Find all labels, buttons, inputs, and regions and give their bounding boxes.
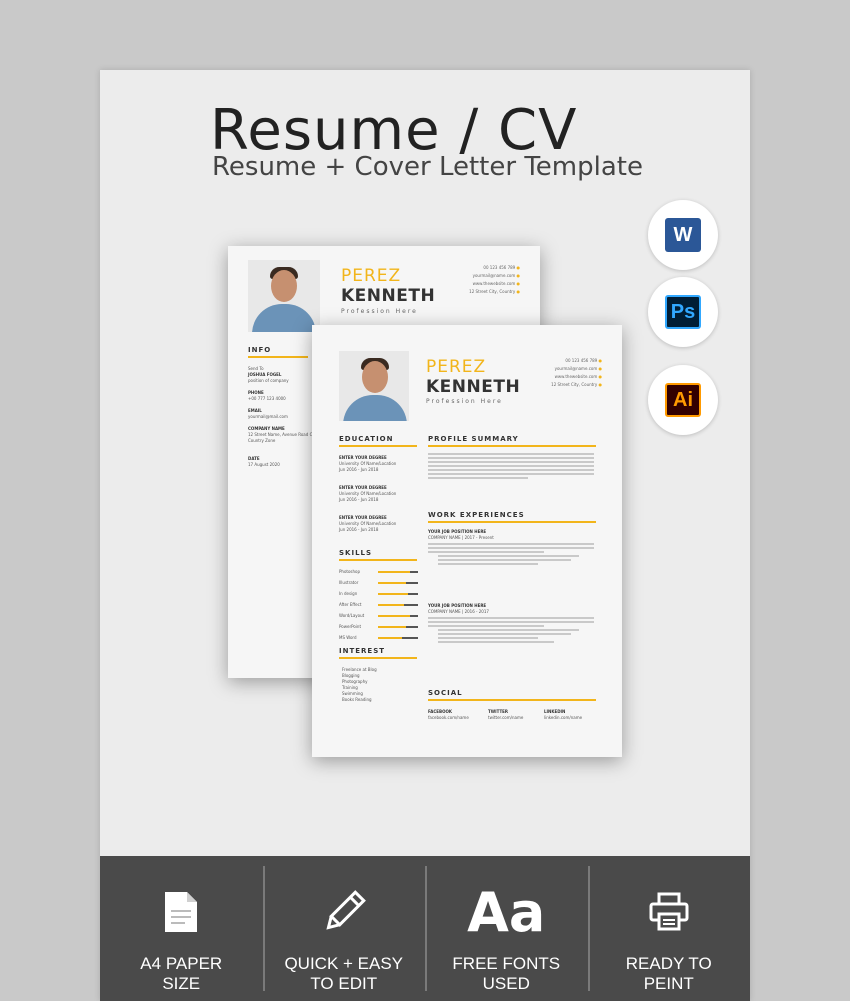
skill-bar-fill <box>378 593 408 595</box>
photoshop-glyph: Ps <box>665 295 701 329</box>
contact-phone: 00 123 456 789 <box>483 265 520 270</box>
contact-email: yourmail@name.com <box>555 366 602 371</box>
contact-block: 00 123 456 789 yourmail@name.com www.the… <box>469 264 520 296</box>
illustrator-icon: Ai <box>648 365 718 435</box>
skill-bar-fill <box>378 604 404 606</box>
word-icon: W <box>648 200 718 270</box>
section-divider <box>248 356 308 358</box>
skill-bar-fill <box>378 582 406 584</box>
section-divider <box>339 657 417 659</box>
section-divider <box>339 445 417 447</box>
font-glyph: Aa <box>467 880 546 944</box>
section-divider <box>428 699 596 701</box>
contact-website: www.thewebsite.com <box>473 281 520 286</box>
profession: Profession Here <box>426 398 503 405</box>
profession: Profession Here <box>341 308 418 315</box>
feature-a4: A4 PAPER SIZE <box>100 856 263 1001</box>
profile-text <box>428 453 594 481</box>
last-name: KENNETH <box>341 286 436 306</box>
first-name: PEREZ <box>426 357 487 377</box>
section-work: WORK EXPERIENCES <box>428 511 525 519</box>
last-name: KENNETH <box>426 377 521 397</box>
skill-bar-fill <box>378 615 410 617</box>
section-skills: SKILLS <box>339 549 373 557</box>
word-glyph: W <box>665 218 701 252</box>
illustrator-glyph: Ai <box>665 383 701 417</box>
education-item: ENTER YOUR DEGREE University Of Name/Loca… <box>339 515 397 532</box>
skill-bar-fill <box>378 637 402 639</box>
feature-edit: QUICK + EASY TO EDIT <box>262 856 426 1001</box>
contact-phone: 00 123 456 789 <box>565 358 602 363</box>
section-divider <box>339 559 417 561</box>
contact-email: yourmail@name.com <box>473 273 520 278</box>
feature-fonts: Aa FREE FONTS USED <box>425 856 588 1001</box>
education-item: ENTER YOUR DEGREE University Of Name/Loca… <box>339 485 397 502</box>
document-icon <box>163 878 199 946</box>
photoshop-icon: Ps <box>648 277 718 347</box>
section-profile: PROFILE SUMMARY <box>428 435 519 443</box>
job-item: YOUR JOB POSITION HERE COMPANY NAME | 201… <box>428 603 489 614</box>
skill-name: MS Word <box>339 635 357 640</box>
feature-label: FREE FONTS USED <box>452 954 561 993</box>
skill-name: Illustrator <box>339 580 359 585</box>
section-info: INFO <box>248 346 272 354</box>
section-interest: INTEREST <box>339 647 386 655</box>
contact-website: www.thewebsite.com <box>555 374 602 379</box>
feature-label: READY TO PEINT <box>625 954 712 993</box>
education-item: ENTER YOUR DEGREE University Of Name/Loca… <box>339 455 397 472</box>
feature-label: QUICK + EASY TO EDIT <box>284 954 404 993</box>
skill-name: Word/Layout <box>339 613 365 618</box>
profile-photo <box>248 260 320 332</box>
skill-bar-fill <box>378 626 406 628</box>
feature-label: A4 PAPER SIZE <box>140 954 223 993</box>
feature-print: READY TO PEINT <box>587 856 751 1001</box>
skill-name: Photoshop <box>339 569 361 574</box>
first-name: PEREZ <box>341 266 402 286</box>
contact-address: 12 Street City, Country <box>469 289 520 294</box>
contact-block: 00 123 456 789 yourmail@name.com www.the… <box>551 357 602 389</box>
page-subtitle: Resume + Cover Letter Template <box>212 152 643 182</box>
skill-name: After Effect <box>339 602 362 607</box>
skill-bar-fill <box>378 571 410 573</box>
social-twitter: TWITTER twitter.com/name <box>488 709 524 720</box>
skill-name: In design <box>339 591 358 596</box>
job-item: YOUR JOB POSITION HERE COMPANY NAME | 201… <box>428 529 494 540</box>
font-icon: Aa <box>467 878 545 946</box>
contact-address: 12 Street City, Country <box>551 382 602 387</box>
job-description <box>428 617 594 645</box>
profile-photo <box>339 351 409 421</box>
job-description <box>428 543 594 567</box>
interest-list: Freelance at Blog Blogging Photography Tra… <box>342 667 377 702</box>
resume-preview: PEREZ KENNETH Profession Here 00 123 456… <box>312 325 622 757</box>
social-facebook: FACEBOOK facebook.com/name <box>428 709 469 720</box>
printer-icon <box>649 878 689 946</box>
social-linkedin: LINKEDIN linkedin.com/name <box>544 709 583 720</box>
section-divider <box>428 445 596 447</box>
info-block: Send To JOSHUA FOGEL position of company… <box>248 366 318 467</box>
section-education: EDUCATION <box>339 435 394 443</box>
skill-name: PowerPoint <box>339 624 362 629</box>
pencil-icon <box>322 878 366 946</box>
feature-bar: A4 PAPER SIZE QUICK + EASY TO EDIT Aa FR… <box>100 856 750 1001</box>
section-social: SOCIAL <box>428 689 463 697</box>
section-divider <box>428 521 596 523</box>
